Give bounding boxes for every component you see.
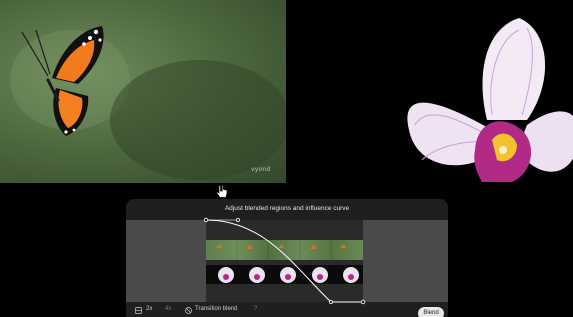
- panel-title: Adjust blended regions and influence cur…: [224, 205, 350, 212]
- speed-4x-button[interactable]: 4x: [165, 306, 171, 312]
- blend-timeline[interactable]: [126, 220, 448, 302]
- transition-icon: [185, 307, 192, 314]
- blend-panel: Adjust blended regions and influence cur…: [126, 199, 448, 317]
- excluded-region-right[interactable]: [363, 220, 448, 302]
- help-button[interactable]: ?: [254, 306, 257, 312]
- hand-pointer-icon: [216, 185, 228, 198]
- panel-toolbar: 2x 4x Transition blend ? Blend: [126, 304, 448, 317]
- butterfly-image: [10, 26, 286, 180]
- orchid-image: [407, 18, 573, 182]
- layout-icon[interactable]: [135, 307, 142, 314]
- blended-region[interactable]: [206, 220, 363, 302]
- video-watermark: vyond: [251, 166, 271, 173]
- transition-blend-label[interactable]: Transition blend: [195, 306, 237, 312]
- orchid-clip-strip[interactable]: [206, 265, 363, 284]
- blend-button[interactable]: Blend: [418, 307, 444, 317]
- butterfly-thumbnails: [216, 240, 346, 260]
- speed-2x-button[interactable]: 2x: [146, 306, 152, 312]
- orchid-thumbnails: [218, 267, 359, 283]
- preview-right-orchid: [287, 0, 573, 183]
- butterfly-clip-strip[interactable]: [206, 240, 363, 260]
- preview-left-butterfly: vyond: [0, 0, 286, 183]
- excluded-region-left[interactable]: [126, 220, 206, 302]
